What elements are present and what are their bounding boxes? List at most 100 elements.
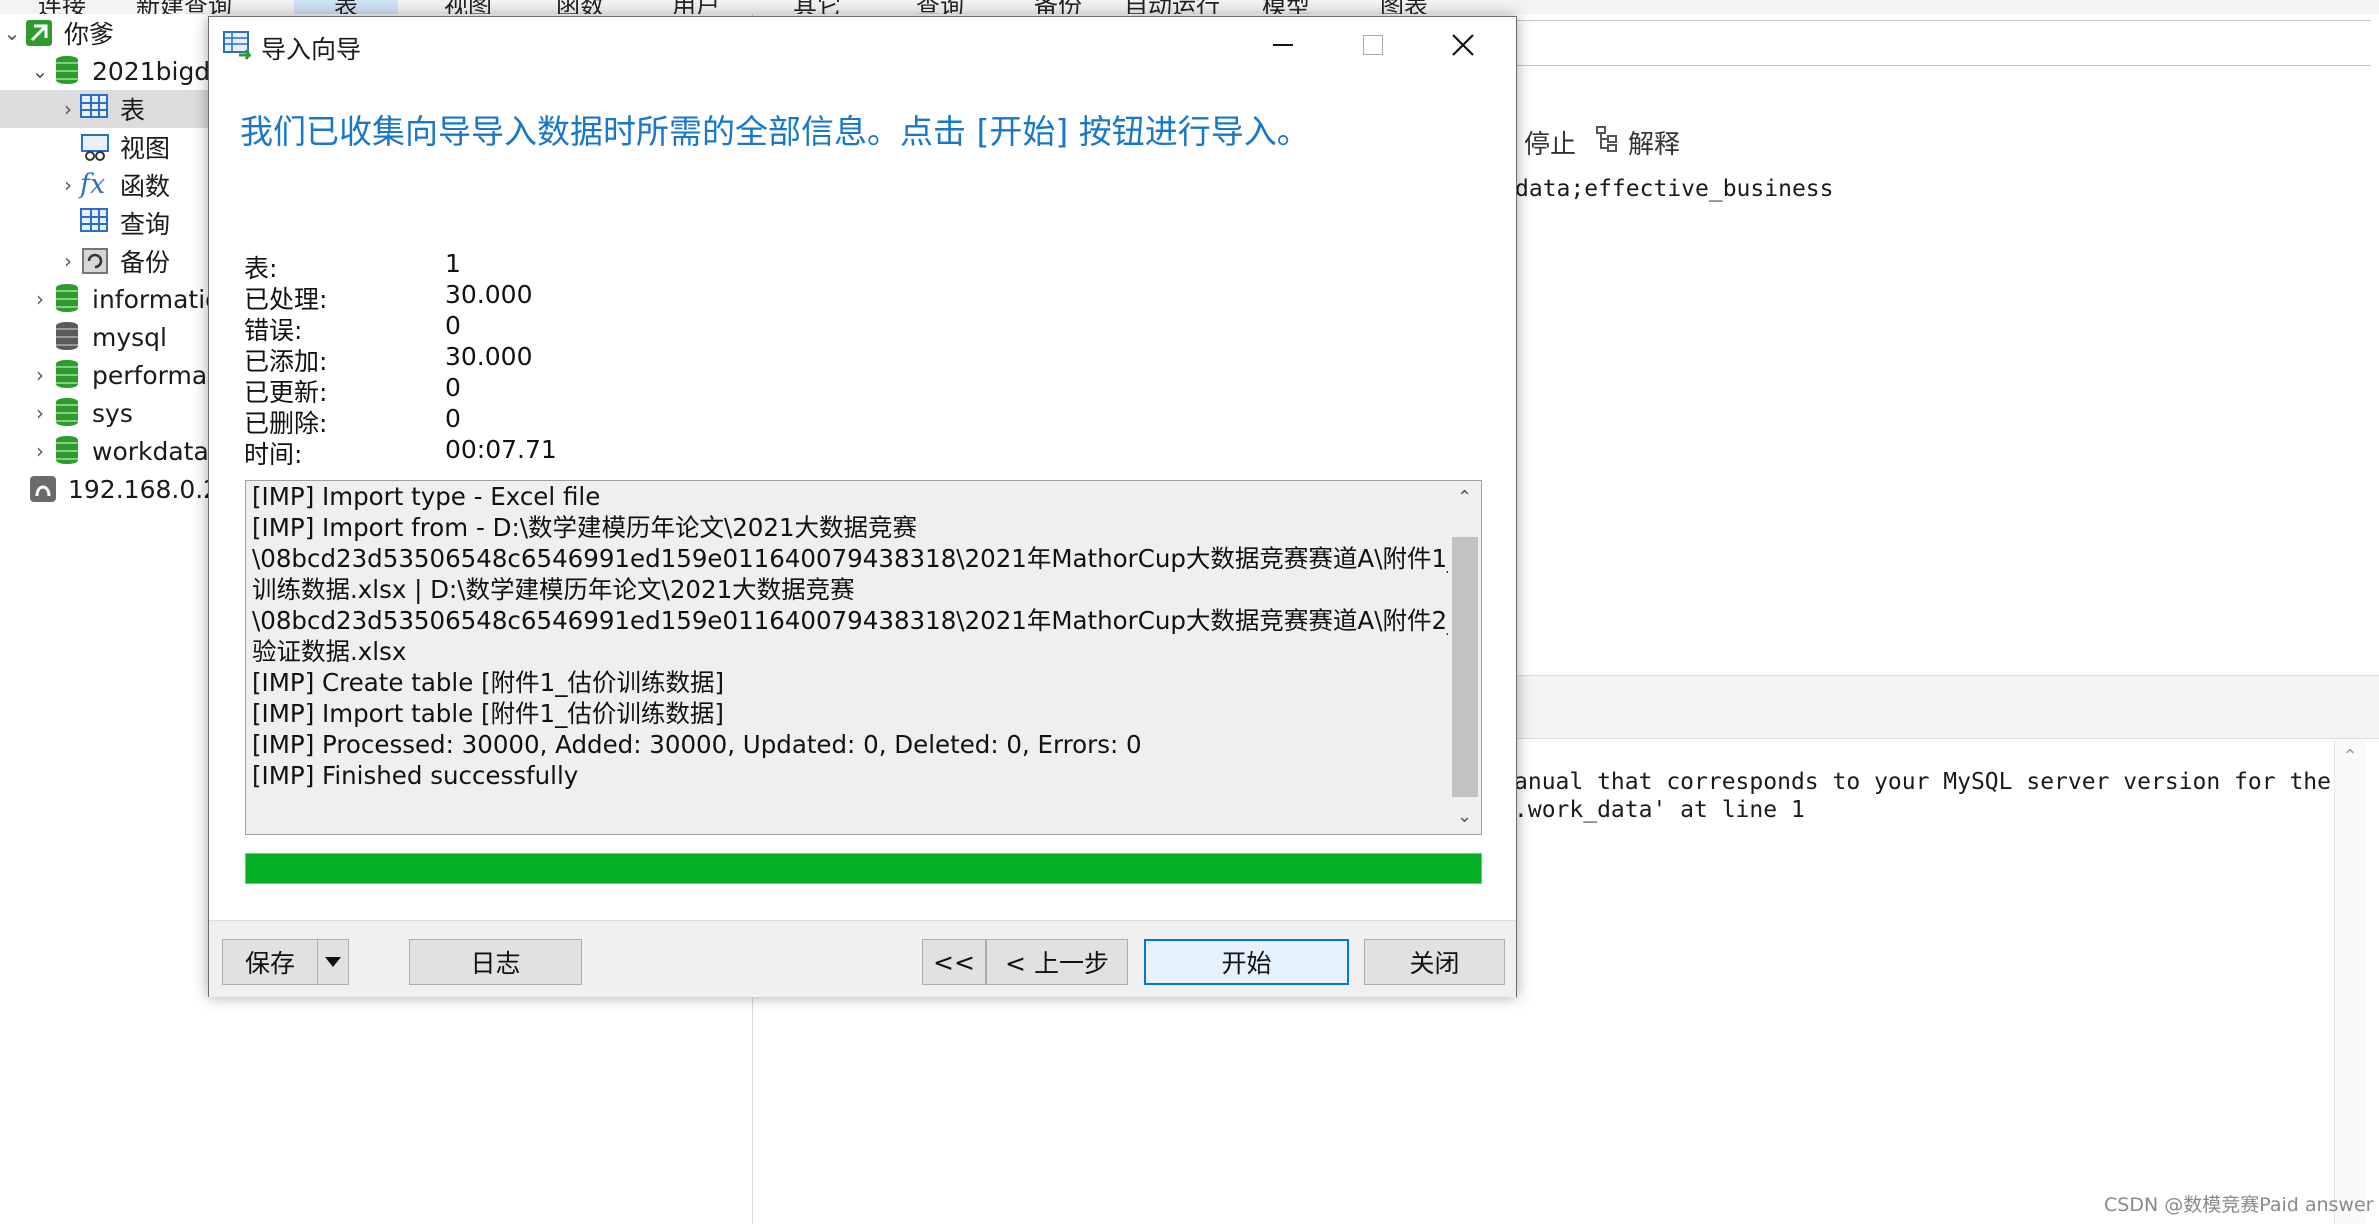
- save-button[interactable]: 保存: [222, 939, 318, 985]
- stat-value-errors: 0: [445, 311, 461, 340]
- query-name-field[interactable]: [1500, 20, 2371, 66]
- stop-button[interactable]: 停止: [1508, 124, 1576, 161]
- query-icon: [80, 208, 110, 238]
- import-wizard-icon: [223, 30, 253, 60]
- toolbar-backup[interactable]: 备份: [1034, 0, 1082, 14]
- log-line: [IMP] Import type - Excel file: [252, 482, 601, 511]
- progress-fill: [246, 854, 1481, 883]
- message-output: anual that corresponds to your MySQL ser…: [1500, 740, 2379, 1224]
- stat-value-processed: 30.000: [445, 280, 533, 309]
- tree-item-backups[interactable]: › 备份: [56, 242, 170, 280]
- explain-icon: [1594, 124, 1624, 161]
- function-icon: fx: [80, 169, 106, 200]
- log-button[interactable]: 日志: [409, 939, 582, 985]
- stat-value-time: 00:07.71: [445, 435, 557, 464]
- minimize-button[interactable]: [1238, 17, 1328, 73]
- scroll-up-icon[interactable]: ⌃: [2335, 746, 2365, 767]
- server-icon: [28, 474, 58, 504]
- toolbar-connect[interactable]: 连接: [38, 0, 86, 14]
- chevron-right-icon[interactable]: ›: [28, 287, 52, 311]
- log-line: \08bcd23d53506548c6546991ed159e011640079…: [252, 606, 1482, 635]
- connection-icon: [24, 18, 54, 48]
- log-line: \08bcd23d53506548c6546991ed159e011640079…: [252, 544, 1482, 573]
- toolbar-model[interactable]: 模型: [1262, 0, 1310, 14]
- import-wizard-dialog: 导入向导 我们已收集向导导入数据时所需的全部信息。点击 [开始] 按钮进行导入。…: [208, 16, 1517, 997]
- chevron-right-icon[interactable]: ›: [28, 401, 52, 425]
- toolbar-view[interactable]: 视图: [444, 0, 492, 14]
- log-line: 验证数据.xlsx: [252, 637, 407, 666]
- tree-item-label: 表: [120, 96, 146, 125]
- save-dropdown-button[interactable]: [317, 939, 349, 985]
- tree-item-label: workdata: [92, 436, 209, 466]
- tree-item-server[interactable]: 192.168.0.20: [28, 470, 235, 508]
- tree-item-label: sys: [92, 398, 133, 428]
- database-icon: [52, 284, 82, 314]
- toolbar-user[interactable]: 用户: [672, 0, 720, 14]
- scroll-up-icon[interactable]: ⌃: [1448, 483, 1481, 513]
- close-icon: [1452, 34, 1474, 56]
- stat-value-tables: 1: [445, 249, 461, 278]
- tree-item-views[interactable]: 视图: [80, 128, 170, 166]
- back-button[interactable]: < 上一步: [986, 939, 1128, 985]
- tree-item-mysql[interactable]: mysql: [52, 318, 167, 356]
- chevron-right-icon[interactable]: ›: [28, 363, 52, 387]
- backup-icon: [80, 246, 110, 276]
- maximize-icon: [1363, 35, 1383, 55]
- stat-value-deleted: 0: [445, 404, 461, 433]
- log-line: [IMP] Create table [附件1_估价训练数据]: [252, 668, 725, 697]
- stat-label-time: 时间:: [244, 440, 303, 469]
- output-scrollbar[interactable]: ⌃: [2334, 740, 2365, 1224]
- toolbar-chart[interactable]: 图表: [1380, 0, 1428, 14]
- explain-button[interactable]: 解释: [1594, 124, 1680, 161]
- stat-value-updated: 0: [445, 373, 461, 402]
- import-log[interactable]: [IMP] Import type - Excel file [IMP] Imp…: [245, 480, 1482, 835]
- tree-item-queries[interactable]: 查询: [80, 204, 170, 242]
- sql-editor-text[interactable]: data;effective_business: [1515, 176, 1834, 202]
- tree-item-workdata[interactable]: › workdata: [28, 432, 209, 470]
- tree-item-sys[interactable]: › sys: [28, 394, 133, 432]
- tree-item-connection[interactable]: ⌄ 你爹: [0, 14, 114, 52]
- database-icon: [52, 322, 82, 352]
- toolbar-table[interactable]: 表: [294, 0, 398, 14]
- minimize-icon: [1273, 44, 1293, 46]
- chevron-right-icon[interactable]: ›: [28, 439, 52, 463]
- chevron-down-icon[interactable]: ⌄: [0, 21, 24, 45]
- dialog-titlebar[interactable]: 导入向导: [209, 17, 1516, 73]
- log-line: 训练数据.xlsx | D:\数学建模历年论文\2021大数据竞赛: [252, 575, 855, 604]
- chevron-right-icon[interactable]: ›: [56, 97, 80, 121]
- chevron-down-icon[interactable]: ⌄: [28, 59, 52, 83]
- database-icon: [52, 436, 82, 466]
- main-toolbar: 连接 新建查询 表 视图 函数 用户 其它 查询 备份 自动运行 模型 图表: [0, 0, 2379, 15]
- toolbar-other[interactable]: 其它: [793, 0, 841, 14]
- tree-item-label: 备份: [120, 248, 171, 277]
- chevron-right-icon[interactable]: ›: [56, 173, 80, 197]
- maximize-button[interactable]: [1328, 17, 1418, 73]
- toolbar-automation[interactable]: 自动运行: [1124, 0, 1220, 14]
- scroll-down-icon[interactable]: ⌄: [1448, 802, 1481, 832]
- table-icon: [80, 94, 110, 124]
- first-step-button[interactable]: <<: [922, 939, 986, 985]
- log-scrollbar[interactable]: ⌃ ⌄: [1448, 481, 1481, 834]
- dialog-title: 导入向导: [261, 35, 362, 64]
- watermark: CSDN @数模竞赛Paid answer: [2104, 1194, 2374, 1216]
- wizard-instruction: 我们已收集向导导入数据时所需的全部信息。点击 [开始] 按钮进行导入。: [240, 112, 1310, 151]
- error-message-line: anual that corresponds to your MySQL ser…: [1514, 769, 2331, 795]
- chevron-right-icon[interactable]: ›: [56, 249, 80, 273]
- tree-item-functions[interactable]: › fx 函数: [56, 166, 170, 204]
- tree-item-label: 函数: [120, 172, 171, 201]
- result-tabs-band: [1500, 675, 2379, 739]
- database-icon: [52, 56, 82, 86]
- log-line: [IMP] Processed: 30000, Added: 30000, Up…: [252, 730, 1142, 759]
- import-progress-bar: [245, 853, 1482, 884]
- toolbar-function[interactable]: 函数: [556, 0, 604, 14]
- log-line: [IMP] Finished successfully: [252, 761, 579, 790]
- stat-value-added: 30.000: [445, 342, 533, 371]
- start-button[interactable]: 开始: [1144, 939, 1349, 985]
- close-window-button[interactable]: [1418, 17, 1508, 73]
- error-message-line: .work_data' at line 1: [1514, 797, 1805, 823]
- toolbar-query[interactable]: 查询: [916, 0, 964, 14]
- database-icon: [52, 398, 82, 428]
- close-button[interactable]: 关闭: [1364, 939, 1505, 985]
- toolbar-new-query[interactable]: 新建查询: [136, 0, 232, 14]
- scrollbar-thumb[interactable]: [1452, 537, 1478, 797]
